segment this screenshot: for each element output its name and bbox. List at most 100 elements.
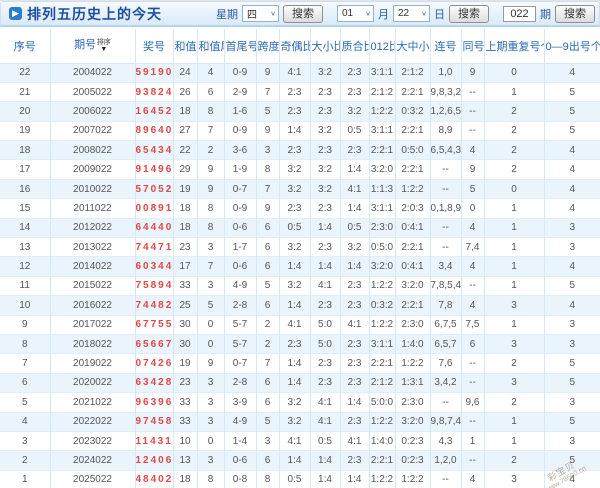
cell-serial: 20 [0, 101, 51, 122]
cell-sum-tail: 4 [196, 62, 225, 83]
date-search-button[interactable]: 搜索 [449, 4, 489, 23]
table-row: 12 2014022 60344 17 7 0-6 6 1:4 1:4 1:4 3:2:0 0:4:1… [0, 256, 600, 277]
cell-prime-composite-ratio: 3:2 [339, 101, 370, 122]
cell-sum: 22 [172, 140, 198, 160]
cell-repeat-count: 1 [483, 430, 545, 451]
cell-sum-tail: 8 [196, 198, 225, 219]
sort-control[interactable]: 排序 ▼ [97, 39, 111, 53]
cell-big-mid-small-ratio: 2:1:2 [394, 62, 431, 83]
cell-sum-tail: 8 [196, 469, 225, 488]
cell-first-last: 2-8 [223, 295, 257, 316]
cell-prize-number: 75894 [134, 275, 174, 296]
cell-issue: 2023022 [49, 430, 136, 451]
cell-issue: 2017022 [49, 314, 136, 335]
table-row: 8 2018022 65667 30 0 5-7 2 2:3 5:0 2:3 3:1:1 1:4:0 6… [0, 333, 600, 354]
cell-consecutive: 1,2,0 [429, 450, 462, 471]
cell-same-number: -- [460, 450, 485, 471]
cell-first-last: 3-6 [223, 140, 257, 160]
cell-repeat-count: 2 [483, 392, 545, 413]
cell-span: 5 [255, 411, 280, 432]
cell-first-last: 1-7 [223, 237, 257, 257]
cell-span: 9 [255, 198, 280, 219]
cell-same-number: 6 [460, 333, 485, 354]
table-body: 22 2004022 59190 24 4 0-9 9 4:1 3:2 2:3 3:1:1 2:1:2… [0, 62, 600, 488]
cell-odd-even-ratio: 4:1 [278, 430, 311, 451]
cell-consecutive: 7,8 [429, 295, 462, 316]
cell-same-number: 9,6 [460, 392, 485, 413]
cell-digit-count: 4 [543, 469, 600, 488]
cell-issue: 2013022 [49, 237, 136, 257]
cell-repeat-count: 3 [483, 333, 545, 354]
table-row: 2 2024022 12406 13 3 0-6 6 1:4 1:4 2:3 2:2:1 0:2:3 1… [0, 450, 600, 471]
cell-issue: 2004022 [49, 62, 136, 83]
cell-prize-number: 07426 [134, 353, 174, 374]
month-select[interactable]: 01 ∨ [337, 5, 374, 22]
cell-consecutive: 7,6 [429, 353, 462, 374]
cell-012-ratio: 5:0:0 [368, 392, 396, 413]
cell-big-small-ratio: 1:4 [309, 217, 341, 238]
cell-issue: 2005022 [49, 81, 136, 102]
weekday-search-button[interactable]: 搜索 [283, 4, 323, 23]
cell-consecutive: -- [429, 159, 462, 180]
cell-consecutive: -- [429, 237, 462, 257]
cell-sum-tail: 5 [196, 295, 225, 316]
cell-same-number: 4 [460, 140, 485, 160]
cell-big-small-ratio: 3:2 [309, 178, 341, 199]
col-issue: 期号 排序 ▼ [49, 29, 136, 64]
cell-odd-even-ratio: 3:2 [278, 275, 311, 296]
cell-sum: 30 [172, 314, 198, 335]
cell-repeat-count: 1 [483, 217, 545, 238]
cell-issue: 2021022 [49, 392, 136, 413]
cell-issue: 2018022 [49, 333, 136, 354]
cell-prize-number: 63428 [134, 372, 174, 393]
issue-search-button[interactable]: 搜索 [555, 4, 595, 23]
cell-same-number: -- [460, 275, 485, 296]
cell-big-mid-small-ratio: 0:2:3 [394, 450, 431, 471]
cell-big-small-ratio: 4:1 [309, 275, 341, 296]
day-select[interactable]: 22 ∨ [393, 5, 430, 22]
cell-prize-number: 48402 [134, 469, 174, 488]
cell-prize-number: 67755 [134, 314, 174, 335]
cell-serial: 12 [0, 256, 51, 277]
cell-big-small-ratio: 3:2 [309, 120, 341, 141]
cell-same-number: 4 [460, 217, 485, 238]
cell-big-small-ratio: 2:3 [309, 81, 341, 102]
cell-012-ratio: 1:2:2 [368, 411, 396, 432]
cell-first-last: 2-9 [223, 81, 257, 102]
cell-repeat-count: 0 [483, 62, 545, 83]
cell-consecutive: -- [429, 469, 462, 488]
cell-prize-number: 16452 [134, 101, 174, 122]
cell-consecutive: 3,4,2 [429, 372, 462, 393]
cell-big-mid-small-ratio: 0:4:1 [394, 217, 431, 238]
cell-sum: 24 [172, 62, 198, 83]
cell-big-mid-small-ratio: 1:4:0 [394, 333, 431, 354]
cell-big-mid-small-ratio: 2:2:1 [394, 159, 431, 180]
cell-prime-composite-ratio: 2:3 [339, 62, 370, 83]
cell-prize-number: 89640 [134, 120, 174, 141]
cell-span: 6 [255, 237, 280, 257]
cell-span: 7 [255, 353, 280, 374]
cell-consecutive: 3,4 [429, 256, 462, 277]
cell-odd-even-ratio: 1:4 [278, 353, 311, 374]
month-label: 月 [378, 8, 389, 21]
col-prize-number: 奖号 [134, 29, 174, 64]
cell-repeat-count: 2 [483, 353, 545, 374]
issue-number-input[interactable] [503, 5, 536, 22]
cell-big-mid-small-ratio: 1:2:2 [394, 469, 431, 488]
cell-first-last: 0-7 [223, 178, 257, 199]
cell-sum-tail: 9 [196, 159, 225, 180]
weekday-select-value: 四 [247, 10, 257, 21]
cell-first-last: 4-9 [223, 275, 257, 296]
cell-span: 3 [255, 140, 280, 160]
cell-odd-even-ratio: 2:3 [278, 198, 311, 219]
cell-big-small-ratio: 2:3 [309, 101, 341, 122]
table-row: 15 2011022 00891 18 8 0-9 9 2:3 2:3 1:4 3:1:1 2:0:3… [0, 198, 600, 219]
weekday-select[interactable]: 四 ∨ [242, 5, 279, 22]
cell-prime-composite-ratio: 4:1 [339, 178, 370, 199]
cell-consecutive: -- [429, 217, 462, 238]
cell-digit-count: 3 [543, 430, 600, 451]
cell-first-last: 1-9 [223, 159, 257, 180]
cell-prime-composite-ratio: 3:2 [339, 237, 370, 257]
cell-012-ratio: 3:1:1 [368, 333, 396, 354]
cell-sum-tail: 0 [196, 430, 225, 451]
